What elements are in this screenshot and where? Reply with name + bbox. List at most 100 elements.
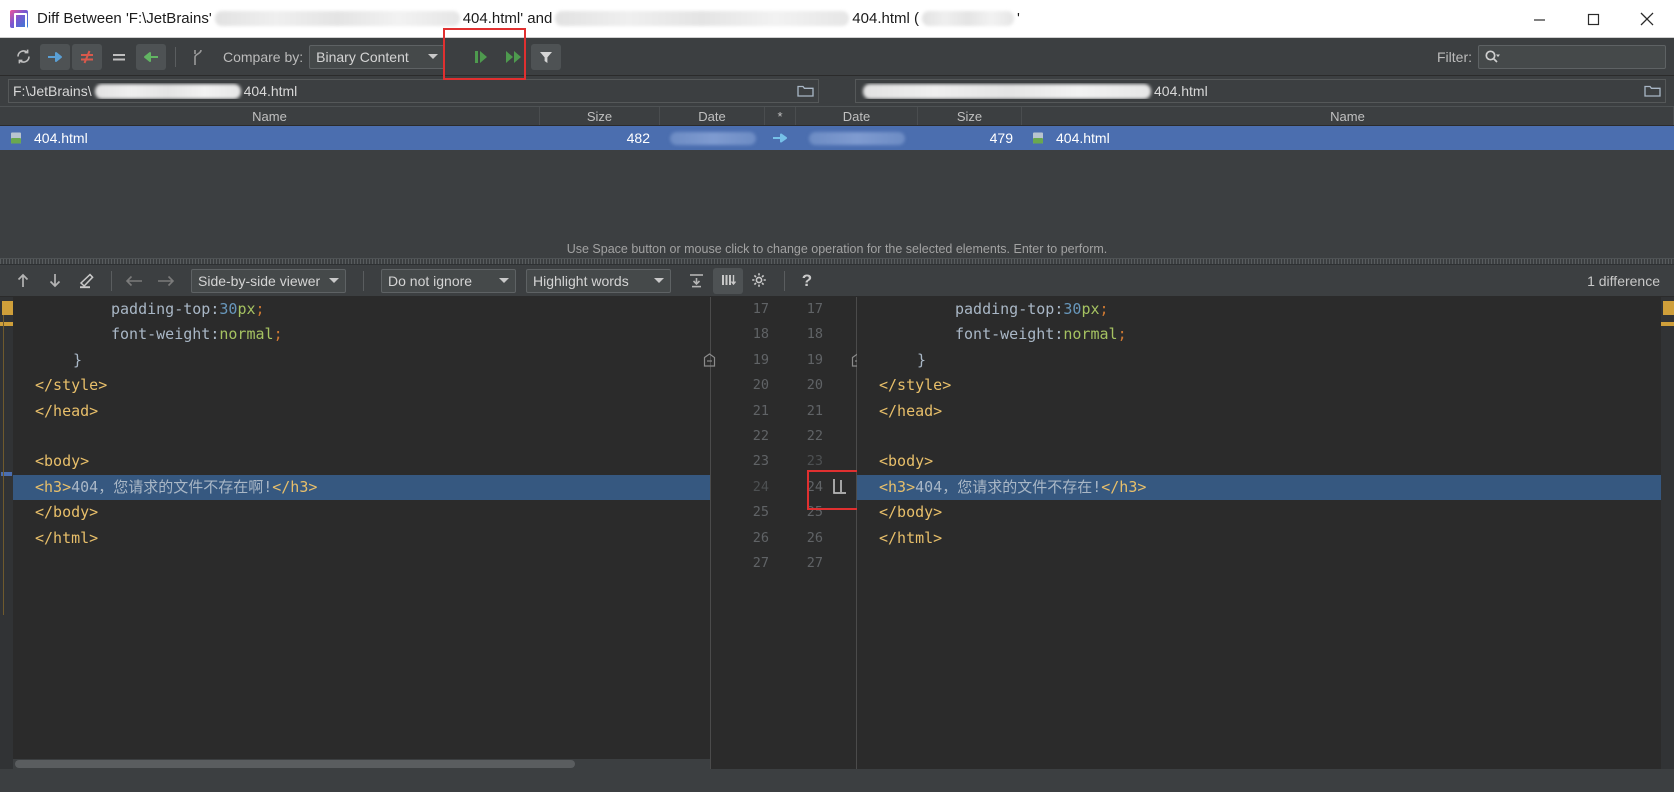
code-line[interactable]: </html> — [857, 526, 1661, 551]
column-header-name-left[interactable]: Name — [0, 107, 540, 125]
line-number: 20 — [806, 377, 823, 394]
copy-to-right-icon[interactable] — [40, 43, 70, 70]
line-number: 23 — [752, 453, 769, 470]
arrow-down-icon[interactable] — [40, 268, 70, 294]
help-icon[interactable]: ? — [792, 268, 822, 294]
folder-icon[interactable] — [1644, 84, 1661, 98]
jetbrains-icon — [10, 9, 28, 29]
code-token: normal — [219, 325, 274, 344]
right-path-field[interactable]: 404.html — [855, 79, 1666, 103]
change-marker-top-right[interactable] — [1663, 301, 1674, 315]
arrow-up-icon[interactable] — [8, 268, 38, 294]
redacted-path-2 — [555, 11, 850, 26]
apply-change-icon[interactable] — [829, 477, 851, 497]
code-line[interactable]: <body> — [857, 449, 1661, 474]
difference-count: 1 difference — [1587, 272, 1660, 289]
table-row[interactable]: 404.html 482 479 404.html — [0, 126, 1674, 150]
html-file-icon — [1031, 131, 1045, 145]
column-header-name-right[interactable]: Name — [1022, 107, 1674, 125]
code-token: px — [237, 300, 256, 318]
line-number: 27 — [806, 554, 823, 571]
code-line[interactable]: </head> — [857, 399, 1661, 424]
folder-icon[interactable] — [797, 84, 814, 98]
line-number: 24 — [752, 478, 769, 495]
column-header-size-right[interactable]: Size — [918, 107, 1022, 125]
change-marker-top[interactable] — [2, 301, 13, 315]
not-equal-icon[interactable] — [72, 43, 102, 70]
right-code-lines[interactable]: padding-top:30px; font-weight:normal;} </s… — [857, 297, 1661, 551]
code-line[interactable]: <h3>404，您请求的文件不存在啊!</h3> — [13, 474, 710, 501]
left-path-field[interactable]: F:\JetBrains\ 404.html — [8, 79, 819, 103]
synchronize-icon[interactable] — [467, 44, 497, 70]
code-line[interactable]: font-weight:normal; — [857, 322, 1661, 347]
right-change-markers[interactable] — [1661, 297, 1674, 769]
code-line[interactable]: padding-top:30px; — [13, 297, 710, 322]
html-file-icon — [9, 131, 23, 145]
code-token: 404，您请求的文件不存在啊! — [71, 477, 273, 496]
merge-icon[interactable] — [183, 44, 213, 70]
code-token: font-weight — [955, 325, 1055, 344]
viewer-mode-select[interactable]: Side-by-side viewer — [191, 268, 346, 293]
line-number: 25 — [752, 504, 769, 521]
fast-forward-icon[interactable] — [499, 44, 529, 70]
panel-splitter[interactable] — [0, 258, 1674, 265]
gear-icon[interactable] — [745, 268, 775, 294]
code-token: <h3> — [35, 477, 72, 496]
refresh-icon[interactable] — [8, 44, 38, 70]
collapse-lines-icon[interactable] — [681, 268, 711, 294]
left-horizontal-scrollbar[interactable] — [13, 759, 710, 769]
code-token: <body> — [35, 452, 90, 471]
ignore-policy-select[interactable]: Do not ignore — [381, 268, 516, 293]
code-line[interactable]: <h3>404，您请求的文件不存在!</h3> — [857, 474, 1661, 501]
filter-input[interactable] — [1478, 44, 1666, 69]
column-header-date-left[interactable]: Date — [660, 107, 765, 125]
equal-icon[interactable] — [104, 44, 134, 70]
close-icon[interactable] — [1620, 0, 1674, 38]
code-line[interactable]: </head> — [13, 399, 710, 424]
column-header-operation[interactable]: * — [765, 107, 796, 125]
code-line[interactable]: </style> — [13, 373, 710, 398]
arrow-right-icon[interactable] — [151, 268, 181, 294]
code-line[interactable]: </html> — [13, 526, 710, 551]
pencil-icon[interactable] — [72, 268, 102, 294]
code-line[interactable] — [13, 424, 710, 449]
arrow-left-icon[interactable] — [119, 268, 149, 294]
code-line[interactable]: } — [857, 348, 1661, 373]
minimize-icon[interactable] — [1512, 0, 1566, 38]
left-editor-pane[interactable]: padding-top:30px; font-weight:normal;} </s… — [13, 297, 710, 769]
column-header-size-left[interactable]: Size — [540, 107, 660, 125]
code-line[interactable]: </body> — [13, 500, 710, 525]
code-line[interactable]: </style> — [857, 373, 1661, 398]
highlight-mode-value: Highlight words — [533, 272, 629, 289]
left-path-redacted — [94, 83, 241, 99]
code-line[interactable]: padding-top:30px; — [857, 297, 1661, 322]
diff-center-column[interactable]: 17 18 19 20 21 22 23 24 25 26 27 17 18 19 20 21 22 23 24 2… — [710, 297, 864, 769]
highlight-mode-select[interactable]: Highlight words — [526, 268, 671, 293]
code-token: </head> — [879, 401, 943, 420]
code-line[interactable]: <body> — [13, 449, 710, 474]
code-line[interactable]: } — [13, 348, 710, 373]
ignore-policy-value: Do not ignore — [388, 272, 473, 289]
code-line[interactable]: </body> — [857, 500, 1661, 525]
column-header-date-right[interactable]: Date — [796, 107, 918, 125]
funnel-icon[interactable] — [531, 43, 562, 70]
redacted-path-1 — [214, 11, 460, 26]
line-number: 19 — [752, 351, 769, 368]
code-token: </body> — [879, 503, 943, 522]
fold-region-icon-left[interactable] — [703, 353, 716, 367]
right-editor-pane[interactable]: padding-top:30px; font-weight:normal;} </s… — [857, 297, 1661, 769]
show-whitespace-icon[interactable] — [713, 267, 743, 294]
maximize-icon[interactable] — [1566, 0, 1620, 38]
left-change-markers[interactable] — [0, 297, 13, 769]
change-marker-line-right[interactable] — [1661, 322, 1674, 326]
change-marker-line[interactable] — [0, 322, 13, 326]
compare-by-select[interactable]: Binary Content — [309, 44, 446, 69]
code-token: </style> — [35, 376, 108, 395]
copy-to-left-icon[interactable] — [136, 43, 166, 70]
window-controls — [1512, 0, 1674, 38]
left-code-lines[interactable]: padding-top:30px; font-weight:normal;} </s… — [13, 297, 710, 551]
code-token: px — [1081, 300, 1100, 318]
code-line[interactable] — [857, 424, 1661, 449]
copy-right-arrow-icon[interactable] — [765, 126, 796, 150]
code-line[interactable]: font-weight:normal; — [13, 322, 710, 347]
